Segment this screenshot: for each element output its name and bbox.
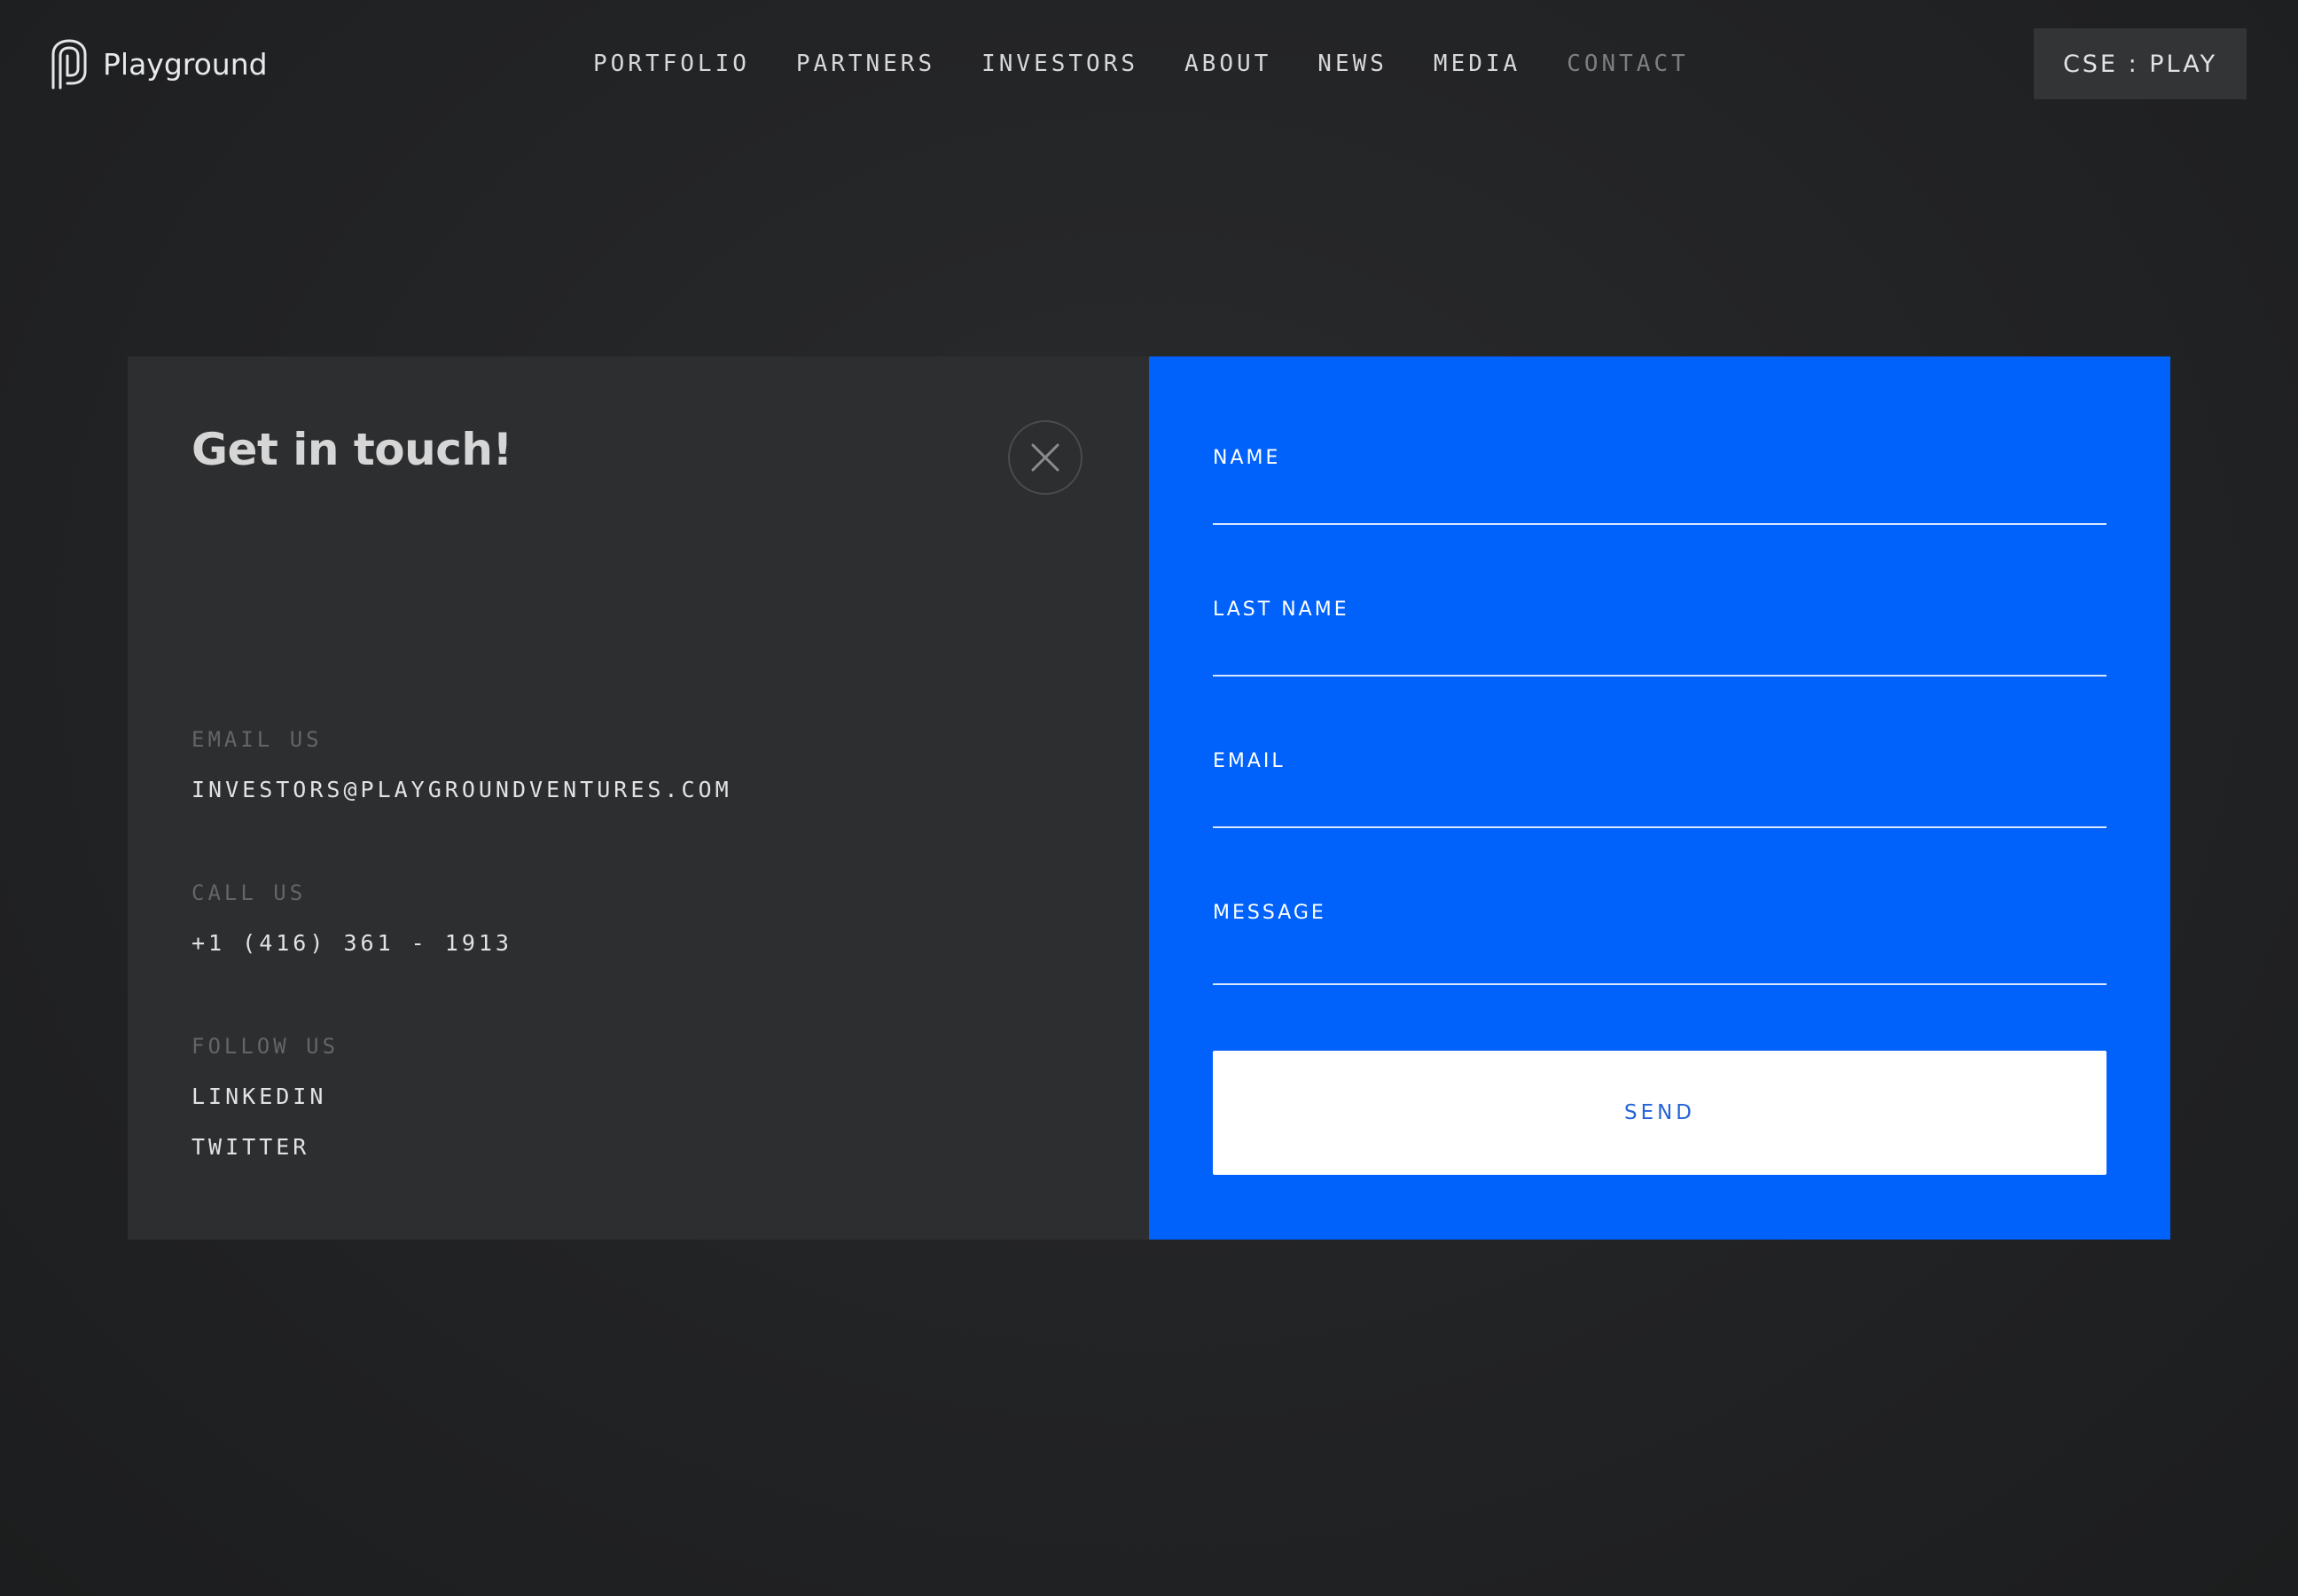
phone-link[interactable]: +1 (416) 361 - 1913 (192, 930, 512, 956)
message-field: MESSAGE (1213, 902, 2106, 985)
name-field-label: NAME (1213, 447, 1281, 469)
email-input[interactable] (1213, 787, 2106, 828)
nav-item-media[interactable]: MEDIA (1434, 51, 1520, 77)
main-nav: PORTFOLIO PARTNERS INVESTORS ABOUT NEWS … (593, 46, 1689, 82)
nav-item-investors[interactable]: INVESTORS (981, 51, 1138, 77)
email-us-label: EMAIL US (192, 727, 323, 752)
name-field: NAME (1213, 447, 2106, 525)
close-icon (1031, 443, 1059, 472)
brand-name: Playground (103, 46, 268, 82)
twitter-link[interactable]: TWITTER (192, 1134, 309, 1160)
message-field-label: MESSAGE (1213, 902, 1326, 924)
follow-us-label: FOLLOW US (192, 1034, 340, 1059)
contact-form: NAME LAST NAME EMAIL MESSAGE SEND (1149, 356, 2170, 1240)
nav-item-portfolio[interactable]: PORTFOLIO (593, 51, 750, 77)
email-field-label: EMAIL (1213, 750, 1286, 772)
email-field: EMAIL (1213, 750, 2106, 828)
nav-item-about[interactable]: ABOUT (1184, 51, 1271, 77)
stock-ticker-button[interactable]: CSE : PLAY (2034, 28, 2247, 99)
name-input[interactable] (1213, 484, 2106, 525)
site-header: Playground PORTFOLIO PARTNERS INVESTORS … (0, 0, 2298, 124)
contact-modal: Get in touch! EMAIL US INVESTORS@PLAYGRO… (128, 356, 2170, 1240)
modal-title: Get in touch! (192, 424, 512, 475)
message-input[interactable] (1213, 944, 2106, 985)
nav-item-news[interactable]: NEWS (1317, 51, 1387, 77)
email-link[interactable]: INVESTORS@PLAYGROUNDVENTURES.COM (192, 777, 732, 802)
last-name-field: LAST NAME (1213, 598, 2106, 677)
linkedin-link[interactable]: LINKEDIN (192, 1084, 326, 1109)
contact-info-panel: Get in touch! EMAIL US INVESTORS@PLAYGRO… (128, 356, 1149, 1240)
playground-p-icon (51, 39, 87, 90)
close-button[interactable] (1008, 420, 1083, 495)
last-name-input[interactable] (1213, 636, 2106, 677)
nav-item-partners[interactable]: PARTNERS (796, 51, 935, 77)
last-name-field-label: LAST NAME (1213, 598, 1349, 621)
send-button[interactable]: SEND (1213, 1051, 2106, 1175)
nav-item-contact[interactable]: CONTACT (1567, 51, 1689, 77)
call-us-label: CALL US (192, 880, 307, 905)
brand-logo[interactable]: Playground (48, 37, 268, 90)
